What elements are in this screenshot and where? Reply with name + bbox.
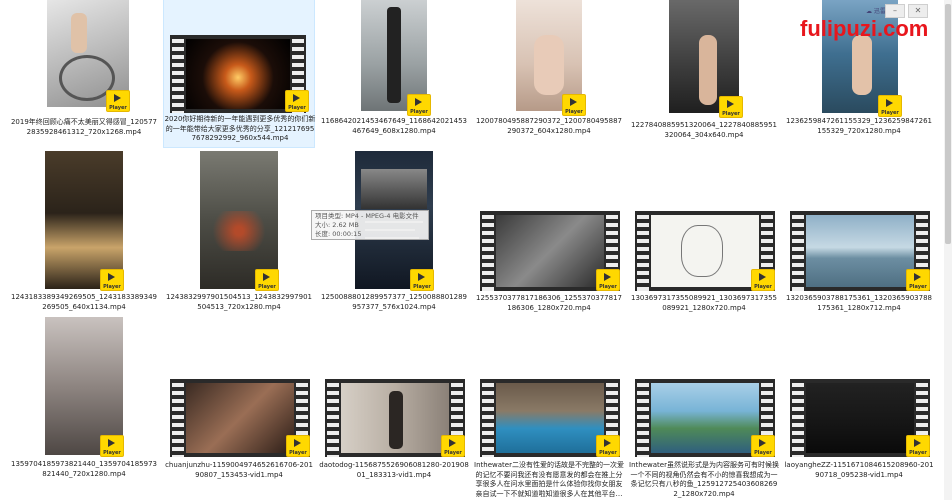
player-badge: Player — [286, 435, 310, 457]
play-icon — [886, 99, 893, 107]
file-name: Inthewater虽然说形式是为内容服务可有时候换一个不同的视角仍然会有不小的… — [629, 461, 779, 498]
play-icon — [108, 439, 115, 447]
file-name: daotodog-1156875526906081280-20190801_18… — [319, 461, 469, 479]
file-item[interactable]: Player 2020你好期待新的一年能遇到更多优秀的你们新的一年能带给大家更多… — [163, 0, 315, 148]
player-badge: Player — [596, 435, 620, 457]
app-logo: ☁ 迅雷 — [866, 8, 886, 15]
cloud-icon: ☁ — [866, 8, 872, 15]
tooltip-size: 大小: 2.62 MB — [315, 221, 359, 229]
player-badge: Player — [719, 96, 743, 118]
file-item[interactable]: Player 1359704185973821440_1359704185973… — [8, 316, 158, 478]
file-name: 1243183389349269505_1243183389349269505_… — [10, 293, 157, 311]
player-badge: Player — [441, 435, 465, 457]
file-item[interactable]: Player daotodog-1156875526906081280-2019… — [318, 316, 469, 479]
play-icon — [604, 273, 611, 281]
play-icon — [914, 439, 921, 447]
file-item[interactable]: Player 1243832997901504513_1243832997901… — [163, 150, 313, 311]
tooltip-type: 项目类型: MP4 - MPEG-4 电影文件 — [315, 212, 419, 220]
file-item[interactable]: Player 1200780495887290372_1200780495887… — [473, 0, 623, 146]
play-icon — [293, 94, 300, 102]
player-badge: Player — [410, 269, 434, 291]
play-icon — [449, 439, 456, 447]
player-badge: Player — [596, 269, 620, 291]
file-item[interactable]: Player 1303697317355089921_1303697317355… — [628, 150, 778, 312]
play-icon — [263, 273, 270, 281]
player-badge: Player — [906, 435, 930, 457]
player-badge: Player — [100, 269, 124, 291]
play-icon — [570, 98, 577, 106]
player-badge: Player — [285, 90, 309, 112]
file-item[interactable]: Player Inthewater二没有性爱的话故是不完整的一次爱的记忆不要问我… — [473, 316, 624, 498]
player-badge: Player — [407, 94, 431, 116]
player-badge: Player — [751, 435, 775, 457]
play-icon — [914, 273, 921, 281]
file-name: 1250088801289957377_1250088801289957377_… — [320, 293, 467, 311]
file-item[interactable]: Player chuanjunzhu-1159004974652616706-2… — [163, 316, 313, 479]
play-icon — [294, 439, 301, 447]
file-item[interactable]: Player 2019年终回顾心痛不太美丽又得感冒_12057728359284… — [8, 0, 158, 146]
vertical-scrollbar[interactable] — [944, 0, 952, 500]
file-name: chuanjunzhu-1159004974652616706-20190807… — [165, 461, 313, 479]
play-icon — [114, 94, 121, 102]
scrollbar-thumb[interactable] — [945, 4, 951, 244]
site-watermark: fulipuzi.com — [800, 16, 929, 41]
file-item[interactable]: Player 1255370377817186306_1255370377817… — [473, 150, 623, 312]
player-badge: Player — [562, 94, 586, 116]
player-badge: Player — [255, 269, 279, 291]
file-grid: Player 2019年终回顾心痛不太美丽又得感冒_12057728359284… — [0, 0, 952, 500]
file-name: 2020你好期待新的一年能遇到更多优秀的你们新的一年能带给大家更多优秀的分享_1… — [164, 115, 316, 142]
file-name: 1200780495887290372_1200780495887290372_… — [475, 117, 622, 135]
player-badge: Player — [878, 95, 902, 117]
file-name: 1359704185973821440_1359704185973821440_… — [10, 460, 157, 478]
file-name: 1236259847261155329_1236259847261155329_… — [785, 117, 932, 135]
file-name: 1227840885951320064_1227840885951320064_… — [630, 121, 777, 139]
player-badge: Player — [906, 269, 930, 291]
player-badge: Player — [106, 90, 130, 112]
file-item[interactable]: Player 1320365903788175361_1320365903788… — [783, 150, 933, 312]
tooltip-duration: 长度: 00:00:15 — [315, 230, 362, 238]
file-tooltip: 项目类型: MP4 - MPEG-4 电影文件 大小: 2.62 MB 长度: … — [311, 210, 429, 240]
play-icon — [415, 98, 422, 106]
player-badge: Player — [100, 435, 124, 457]
file-name: 2019年终回顾心痛不太美丽又得感冒_1205772835928461312_7… — [10, 118, 158, 136]
play-icon — [418, 273, 425, 281]
file-item[interactable]: Player 1243183389349269505_1243183389349… — [8, 150, 158, 311]
file-name: 1303697317355089921_1303697317355089921_… — [630, 294, 777, 312]
play-icon — [759, 273, 766, 281]
play-icon — [108, 273, 115, 281]
file-item[interactable]: Player 1168642021453467649_1168642021453… — [318, 0, 468, 146]
player-badge: Player — [751, 269, 775, 291]
file-name: 1168642021453467649_1168642021453467649_… — [320, 117, 467, 135]
file-name: 1320365903788175361_1320365903788175361_… — [785, 294, 932, 312]
file-name: 1255370377817186306_1255370377817186306_… — [475, 294, 622, 312]
play-icon — [727, 100, 734, 108]
file-name: laoyangheZZ-1151671084615208960-20190718… — [784, 461, 934, 479]
play-icon — [604, 439, 611, 447]
file-name: Inthewater二没有性爱的话故是不完整的一次爱的记忆不要问我还有没有愿意发… — [474, 461, 624, 498]
play-icon — [759, 439, 766, 447]
file-name: 1243832997901504513_1243832997901504513_… — [165, 293, 312, 311]
file-item[interactable]: Player 1227840885951320064_1227840885951… — [628, 0, 778, 146]
file-item[interactable]: Player laoyangheZZ-1151671084615208960-2… — [783, 316, 934, 479]
file-item[interactable]: Player Inthewater虽然说形式是为内容服务可有时候换一个不同的视角… — [628, 316, 779, 498]
